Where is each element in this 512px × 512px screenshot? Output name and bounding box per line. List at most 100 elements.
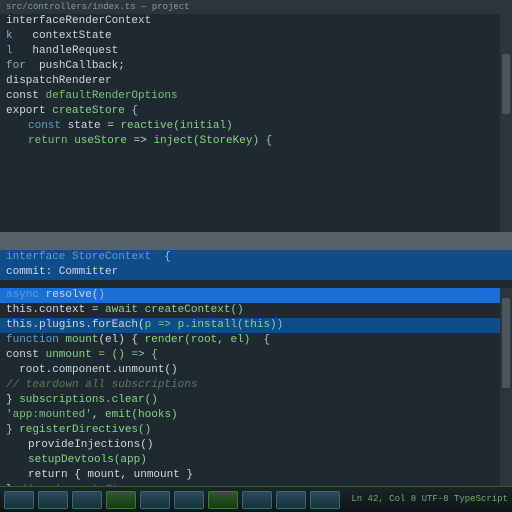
taskbar-item[interactable] bbox=[242, 491, 272, 509]
scrollbar-vertical[interactable] bbox=[500, 288, 512, 486]
code-token: export bbox=[6, 105, 52, 117]
code-token: const bbox=[6, 349, 46, 361]
code-token: const bbox=[6, 90, 46, 102]
code-line[interactable]: root.component.unmount() bbox=[0, 363, 512, 378]
editor-pane-top[interactable]: interfaceRenderContextk contextStatel ha… bbox=[0, 14, 512, 232]
scrollbar-vertical[interactable] bbox=[500, 14, 512, 232]
code-token: } bbox=[6, 424, 13, 436]
code-line[interactable]: return { mount, unmount } bbox=[0, 468, 512, 483]
code-line[interactable]: export createStore { bbox=[0, 104, 512, 119]
editor-pane-bottom[interactable]: async resolve()this.context = await crea… bbox=[0, 288, 512, 486]
code-token: ) bbox=[277, 319, 284, 331]
code-token: ) bbox=[98, 289, 105, 301]
code-token: reactive(initial) bbox=[120, 120, 232, 132]
window-title: src/controllers/index.ts — project bbox=[6, 2, 190, 12]
code-token: { bbox=[151, 251, 171, 263]
code-token: pushCallback; bbox=[26, 60, 125, 72]
code-token: defaultRenderOptions bbox=[46, 90, 178, 102]
taskbar-item[interactable] bbox=[174, 491, 204, 509]
code-token: (el) { bbox=[98, 334, 144, 346]
code-token: => bbox=[127, 135, 153, 147]
code-token: await createContext() bbox=[105, 304, 244, 316]
code-token: function bbox=[6, 334, 65, 346]
code-line[interactable]: const unmount = () => { bbox=[0, 348, 512, 363]
code-token: state = bbox=[61, 120, 120, 132]
code-token: resolve( bbox=[46, 289, 99, 301]
code-line[interactable]: commit: Committer bbox=[0, 265, 512, 280]
code-token: render(root, el) bbox=[145, 334, 251, 346]
scrollbar-thumb[interactable] bbox=[502, 54, 510, 114]
code-token: registerDirectives() bbox=[13, 424, 152, 436]
code-line[interactable]: provideInjections() bbox=[0, 438, 512, 453]
code-line[interactable]: setupDevtools(app) bbox=[0, 453, 512, 468]
code-token: createStore bbox=[52, 105, 125, 117]
code-token: emit(hooks) bbox=[105, 409, 178, 421]
code-line[interactable]: const state = reactive(initial) bbox=[0, 119, 512, 134]
code-line[interactable]: dispatchRenderer bbox=[0, 74, 512, 89]
code-token: this.context = bbox=[6, 304, 105, 316]
code-token: k bbox=[6, 30, 13, 42]
code-line[interactable]: function mount(el) { render(root, el) { bbox=[0, 333, 512, 348]
code-token: mount bbox=[65, 334, 98, 346]
code-token: } bbox=[6, 394, 19, 406]
editor-body: interfaceRenderContextk contextStatel ha… bbox=[0, 14, 512, 512]
code-token: provideInjections() bbox=[28, 439, 153, 451]
code-token: contextState bbox=[13, 30, 112, 42]
code-line[interactable]: this.plugins.forEach(p => p.install(this… bbox=[0, 318, 512, 333]
scrollbar-thumb[interactable] bbox=[502, 298, 510, 388]
taskbar-item[interactable] bbox=[310, 491, 340, 509]
code-token: 'app:mounted' bbox=[6, 409, 92, 421]
code-line[interactable]: } registerDirectives() bbox=[0, 423, 512, 438]
code-token: setupDevtools(app) bbox=[28, 454, 147, 466]
code-line[interactable]: const defaultRenderOptions bbox=[0, 89, 512, 104]
code-token: subscriptions.clear() bbox=[19, 394, 158, 406]
code-token: inject(StoreKey) bbox=[153, 135, 259, 147]
code-token: , bbox=[92, 409, 105, 421]
pane-divider[interactable] bbox=[0, 232, 512, 250]
code-token: commit: Committer bbox=[6, 266, 118, 278]
editor-pane-middle[interactable]: interface StoreContext {commit: Committe… bbox=[0, 250, 512, 288]
code-token: handleRequest bbox=[13, 45, 119, 57]
code-token: // end createStore bbox=[19, 484, 138, 486]
code-line[interactable]: 'app:mounted', emit(hooks) bbox=[0, 408, 512, 423]
taskbar-item[interactable] bbox=[140, 491, 170, 509]
code-token: { bbox=[125, 105, 138, 117]
code-token: return bbox=[28, 135, 68, 147]
code-line[interactable]: // teardown all subscriptions bbox=[0, 378, 512, 393]
code-line[interactable]: this.context = await createContext() bbox=[0, 303, 512, 318]
code-line[interactable]: } // end createStore bbox=[0, 483, 512, 486]
code-line[interactable]: } subscriptions.clear() bbox=[0, 393, 512, 408]
taskbar-item[interactable] bbox=[4, 491, 34, 509]
code-line[interactable]: k contextState bbox=[0, 29, 512, 44]
code-editor-window: src/controllers/index.ts — project inter… bbox=[0, 0, 512, 512]
code-token: // teardown all subscriptions bbox=[6, 379, 197, 391]
code-line[interactable]: for pushCallback; bbox=[0, 59, 512, 74]
status-text: Ln 42, Col 8 UTF-8 TypeScript bbox=[351, 493, 508, 505]
taskbar-item[interactable] bbox=[276, 491, 306, 509]
code-token: { bbox=[259, 135, 272, 147]
code-token: for bbox=[6, 60, 26, 72]
taskbar: Ln 42, Col 8 UTF-8 TypeScript bbox=[0, 486, 512, 512]
code-token: dispatchRenderer bbox=[6, 75, 112, 87]
code-line[interactable]: interfaceRenderContext bbox=[0, 14, 512, 29]
code-token: async bbox=[6, 289, 46, 301]
code-token: root.component.unmount() bbox=[6, 364, 178, 376]
code-line[interactable]: async resolve() bbox=[0, 288, 512, 303]
code-line[interactable]: return useStore => inject(StoreKey) { bbox=[0, 134, 512, 149]
code-token: unmount = () => { bbox=[46, 349, 158, 361]
code-token: } bbox=[6, 484, 19, 486]
code-line[interactable]: l handleRequest bbox=[0, 44, 512, 59]
taskbar-item[interactable] bbox=[72, 491, 102, 509]
code-token: l bbox=[6, 45, 13, 57]
code-token: { bbox=[250, 334, 270, 346]
taskbar-item[interactable] bbox=[106, 491, 136, 509]
taskbar-item[interactable] bbox=[208, 491, 238, 509]
code-token: interface StoreContext bbox=[6, 251, 151, 263]
code-token: this.plugins.forEach( bbox=[6, 319, 145, 331]
code-token: useStore bbox=[68, 135, 127, 147]
code-token: p => p.install(this) bbox=[145, 319, 277, 331]
code-token: const bbox=[28, 120, 61, 132]
code-line[interactable]: interface StoreContext { bbox=[0, 250, 512, 265]
taskbar-item[interactable] bbox=[38, 491, 68, 509]
code-token: return { mount, unmount } bbox=[28, 469, 193, 481]
